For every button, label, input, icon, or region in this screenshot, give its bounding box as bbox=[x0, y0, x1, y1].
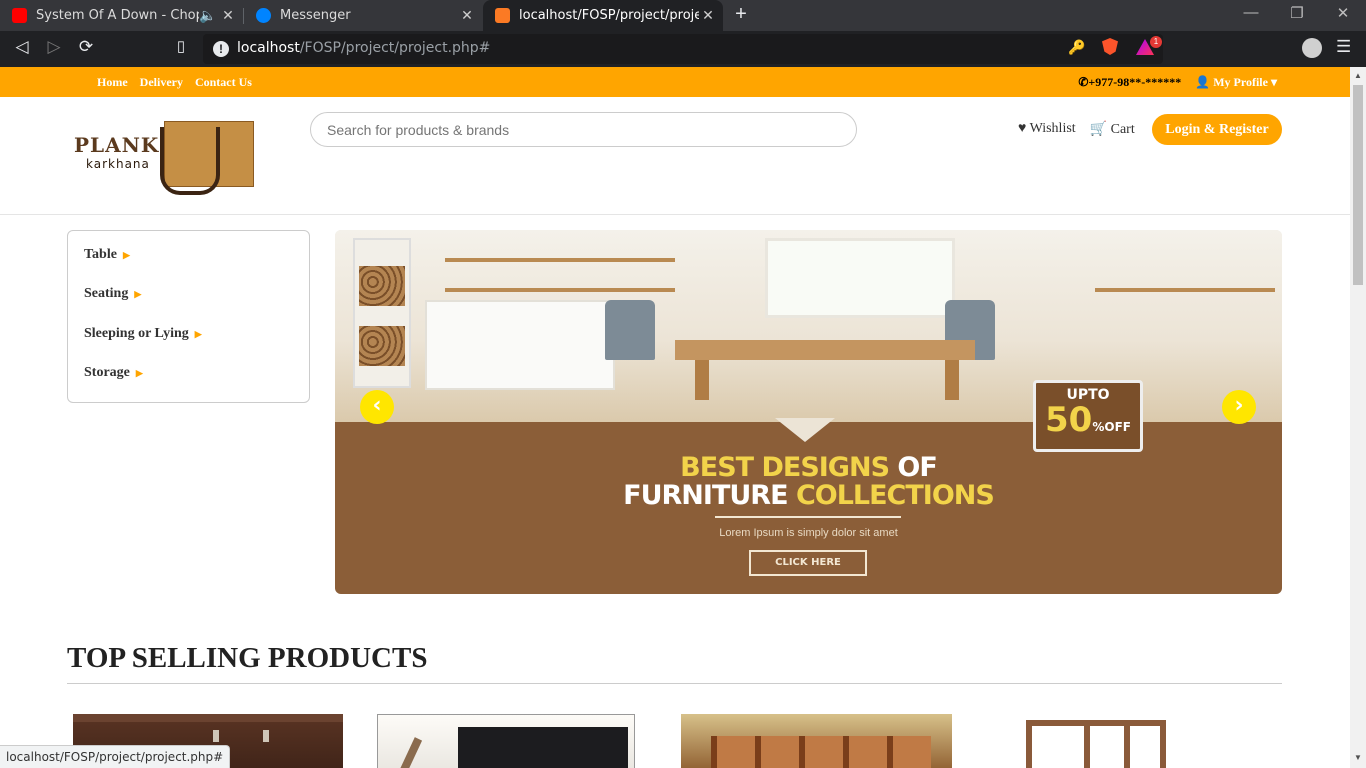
scroll-thumb[interactable] bbox=[1353, 85, 1363, 285]
scroll-up-icon[interactable]: ▲ bbox=[1353, 71, 1363, 81]
banner-table-leg bbox=[945, 360, 959, 400]
banner-chair bbox=[605, 300, 655, 360]
tab-messenger[interactable]: Messenger ✕ bbox=[244, 0, 482, 31]
banner-table-leg bbox=[695, 360, 709, 400]
category-seating[interactable]: Seating ▶ bbox=[84, 286, 141, 302]
status-bar: localhost/FOSP/project/project.php# bbox=[0, 745, 231, 768]
site-info-icon[interactable]: ! bbox=[213, 41, 229, 57]
product-shelf-divider bbox=[1124, 720, 1130, 768]
heart-icon: ♥ bbox=[1018, 121, 1027, 136]
tab-localhost[interactable]: localhost/FOSP/project/project.php# ✕ bbox=[483, 0, 723, 31]
banner-logs bbox=[359, 266, 405, 306]
user-icon: 👤 bbox=[1195, 75, 1211, 89]
close-window-button[interactable]: ✕ bbox=[1320, 4, 1366, 22]
restore-button[interactable]: ❐ bbox=[1274, 4, 1320, 22]
promo-badge: UPTO 50%OFF bbox=[1033, 380, 1143, 452]
forward-icon[interactable]: ▷ bbox=[43, 37, 65, 57]
search-input[interactable] bbox=[310, 112, 857, 147]
product-image-2[interactable] bbox=[377, 714, 635, 768]
back-icon[interactable]: ◁ bbox=[11, 37, 33, 57]
category-storage[interactable]: Storage ▶ bbox=[84, 365, 143, 381]
top-right: ✆+977-98**-****** 👤 My Profile ▾ bbox=[1078, 75, 1277, 90]
close-tab-icon[interactable]: ✕ bbox=[458, 8, 476, 24]
page: Home Delivery Contact Us ✆+977-98**-****… bbox=[0, 67, 1366, 768]
section-title: TOP SELLING PRODUCTS bbox=[67, 642, 428, 674]
product-wardrobe bbox=[458, 727, 628, 768]
category-sleeping[interactable]: Sleeping or Lying ▶ bbox=[84, 326, 202, 342]
banner-shelf bbox=[445, 258, 675, 262]
product-shelf-divider bbox=[1084, 720, 1090, 768]
page-scrollbar[interactable]: ▲ ▼ bbox=[1350, 67, 1366, 768]
banner-subtext: Lorem Ipsum is simply dolor sit amet bbox=[719, 527, 898, 539]
product-knob bbox=[263, 730, 269, 742]
reload-icon[interactable]: ⟳ bbox=[75, 37, 97, 57]
phone-contact: ✆+977-98**-****** bbox=[1078, 75, 1182, 89]
banner-shelf bbox=[1095, 288, 1275, 292]
product-lamp bbox=[397, 737, 423, 768]
nav-home[interactable]: Home bbox=[97, 75, 128, 90]
nav-contact-us[interactable]: Contact Us bbox=[195, 75, 252, 90]
my-profile-dropdown[interactable]: 👤 My Profile ▾ bbox=[1195, 75, 1277, 90]
url-text[interactable]: localhost/FOSP/project/project.php# bbox=[237, 40, 490, 56]
product-cabinet-top bbox=[73, 714, 343, 722]
caret-right-icon: ▶ bbox=[135, 368, 143, 378]
address-bar[interactable]: ! localhost/FOSP/project/project.php# 🔑 bbox=[203, 34, 1163, 64]
new-tab-button[interactable]: + bbox=[730, 3, 752, 26]
carousel-prev-button[interactable]: ‹ bbox=[360, 390, 394, 424]
browser-toolbar: ◁ ▷ ⟳ ▯ ! localhost/FOSP/project/project… bbox=[0, 31, 1366, 67]
cart-icon: 🛒 bbox=[1089, 122, 1108, 137]
top-nav: Home Delivery Contact Us bbox=[97, 75, 252, 90]
caret-right-icon: ▶ bbox=[122, 250, 130, 260]
product-shelf-frame bbox=[1026, 720, 1166, 768]
caret-right-icon: ▶ bbox=[134, 289, 142, 299]
banner-logs bbox=[359, 326, 405, 366]
browser-profile-icon[interactable] bbox=[1302, 38, 1322, 58]
close-tab-icon[interactable]: ✕ bbox=[699, 8, 717, 24]
nav-delivery[interactable]: Delivery bbox=[140, 75, 183, 90]
caret-right-icon: ▶ bbox=[194, 329, 202, 339]
browser-menu-icon[interactable]: ☰ bbox=[1336, 37, 1351, 57]
category-menu: Table ▶ Seating ▶ Sleeping or Lying ▶ Stora… bbox=[67, 230, 310, 403]
logo-word-plank: PLANK bbox=[74, 133, 160, 157]
close-tab-icon[interactable]: ✕ bbox=[219, 8, 237, 24]
tab-youtube[interactable]: System Of A Down - Chop Suey 🔈 ✕ bbox=[0, 0, 243, 31]
product-knob bbox=[213, 730, 219, 742]
site-header: PLANK karkhana ♥ Wishlist 🛒 Cart Login &… bbox=[0, 97, 1350, 215]
bookmark-icon[interactable]: ▯ bbox=[170, 37, 192, 55]
audio-icon[interactable]: 🔈 bbox=[199, 8, 217, 24]
product-image-4[interactable] bbox=[1024, 714, 1168, 768]
minimize-button[interactable]: — bbox=[1228, 4, 1274, 21]
banner-shelf bbox=[445, 288, 675, 292]
header-links: ♥ Wishlist 🛒 Cart bbox=[1018, 121, 1135, 138]
logo-word-karkhana: karkhana bbox=[86, 157, 150, 171]
rocking-chair-icon bbox=[160, 127, 220, 195]
banner-divider bbox=[715, 516, 901, 518]
top-bar: Home Delivery Contact Us ✆+977-98**-****… bbox=[0, 67, 1350, 97]
xampp-icon bbox=[495, 8, 510, 23]
phone-icon: ✆ bbox=[1078, 75, 1089, 89]
cart-link[interactable]: 🛒 Cart bbox=[1090, 121, 1135, 138]
key-icon[interactable]: 🔑 bbox=[1068, 39, 1085, 56]
browser-tabbar: System Of A Down - Chop Suey 🔈 ✕ Messeng… bbox=[0, 0, 1366, 31]
banner-window bbox=[765, 238, 955, 318]
messenger-icon bbox=[256, 8, 271, 23]
banner-cabinet bbox=[425, 300, 615, 390]
banner-headline-2: FURNITURE COLLECTIONS bbox=[623, 480, 995, 511]
scroll-down-icon[interactable]: ▼ bbox=[1353, 753, 1363, 763]
banner-headline-1: BEST DESIGNS OF bbox=[680, 452, 938, 483]
category-table[interactable]: Table ▶ bbox=[84, 247, 130, 263]
product-cabinet bbox=[711, 736, 931, 768]
hero-carousel[interactable]: UPTO 50%OFF BEST DESIGNS OF FURNITURE CO… bbox=[335, 230, 1282, 594]
banner-table bbox=[675, 340, 975, 360]
youtube-icon bbox=[12, 8, 27, 23]
rewards-badge: 1 bbox=[1150, 36, 1162, 48]
carousel-next-button[interactable]: › bbox=[1222, 390, 1256, 424]
site-logo[interactable]: PLANK karkhana bbox=[72, 119, 256, 195]
wishlist-link[interactable]: ♥ Wishlist bbox=[1018, 121, 1076, 138]
product-image-3[interactable] bbox=[681, 714, 952, 768]
login-register-button[interactable]: Login & Register bbox=[1152, 114, 1282, 145]
section-divider bbox=[67, 683, 1282, 684]
caret-down-icon: ▾ bbox=[1270, 75, 1277, 89]
banner-cta-button[interactable]: CLICK HERE bbox=[749, 550, 867, 576]
